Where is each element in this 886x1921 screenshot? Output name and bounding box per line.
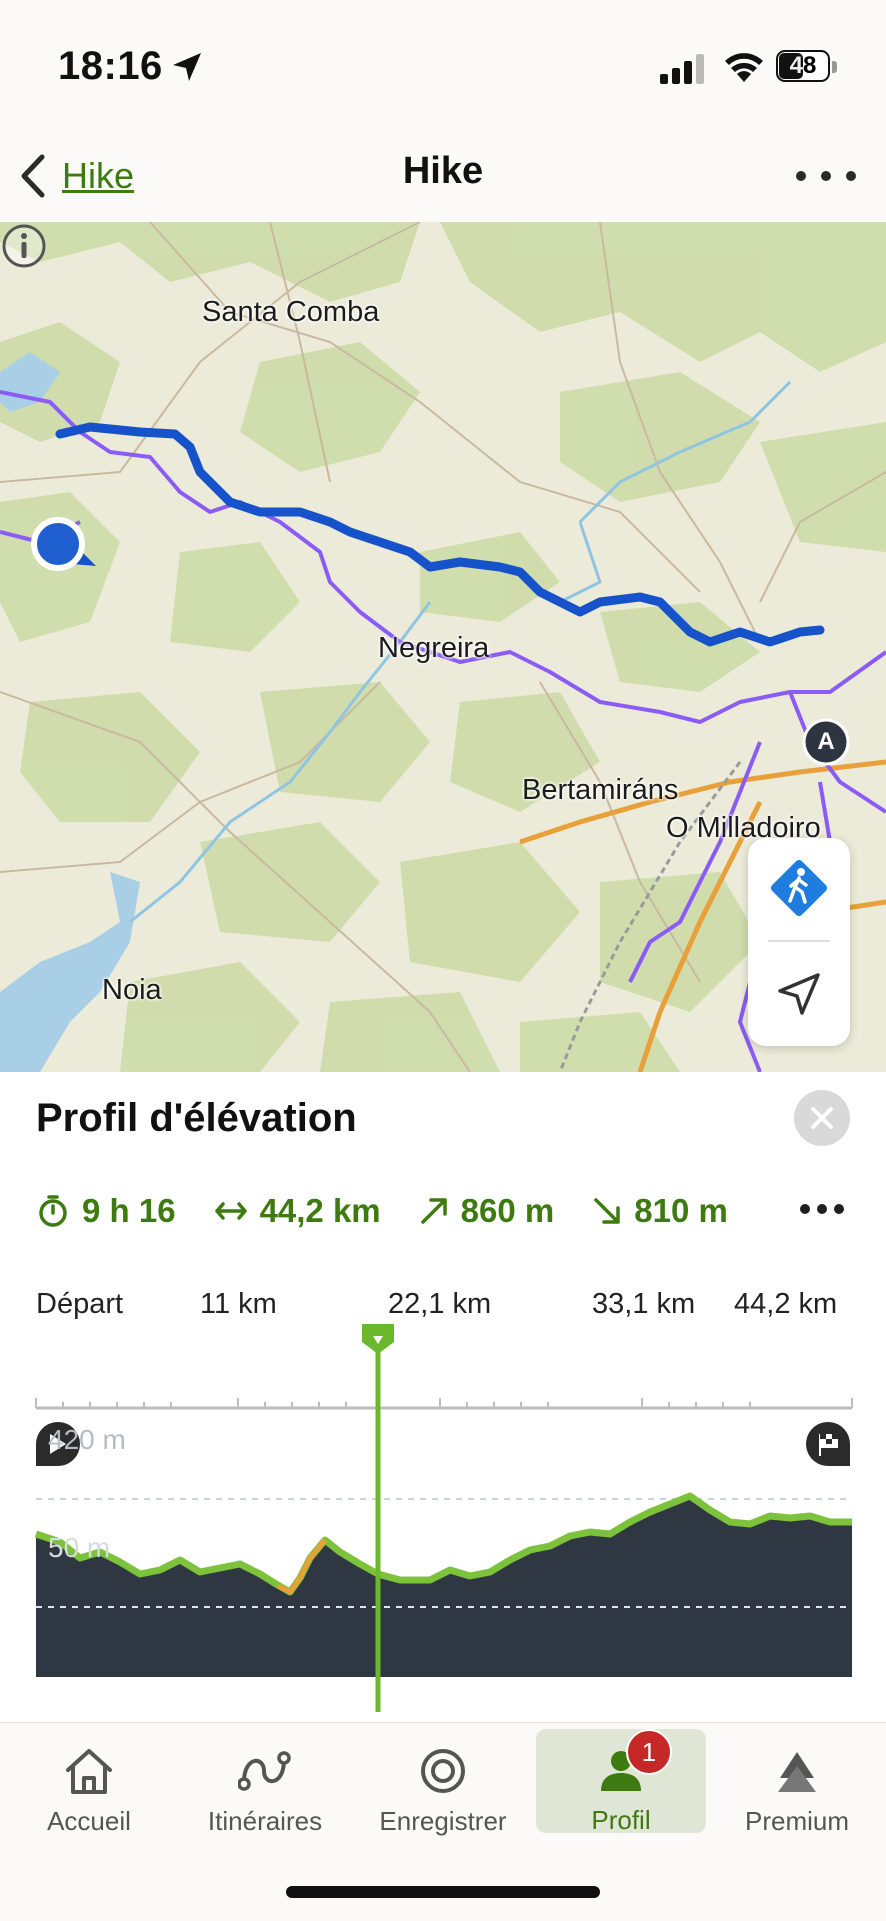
map-label-santa-comba: Santa Comba [202,296,380,328]
elevation-label-high: 420 m [48,1424,126,1455]
close-icon [811,1107,833,1129]
stopwatch-icon [39,1195,67,1227]
notification-badge: 1 [626,1729,672,1775]
tab-label: Accueil [47,1806,131,1836]
stat-descent: 810 m [592,1192,728,1230]
location-arrow-icon [173,53,201,81]
tab-profil[interactable]: 1 Profil [536,1729,706,1835]
locate-me-button[interactable] [748,944,850,1044]
wifi-icon [725,53,763,82]
battery-level: 48 [789,52,817,79]
map-label-noia: Noia [102,974,162,1006]
activity-type-button[interactable] [748,838,850,938]
tab-itineraires[interactable]: Itinéraires [180,1723,350,1837]
map-label-negreira: Negreira [378,632,490,664]
stat-duration: 9 h 16 [36,1192,176,1230]
routes-icon [238,1750,291,1791]
home-indicator[interactable] [286,1886,600,1898]
hiker-icon [770,859,828,917]
distance-value: 44,2 km [259,1192,381,1229]
elevation-panel: Profil d'élévation 9 h 16 44,2 km 860 m [0,1072,886,1722]
status-bar: 18:16 48 [0,0,886,130]
page-title: Hike [402,150,484,192]
home-icon [66,1748,112,1794]
navigation-bar: Hike Hike [0,130,886,223]
route-stats: 9 h 16 44,2 km 860 m 810 m [36,1186,766,1236]
tab-label: Premium [744,1806,849,1836]
navigation-arrow-icon [778,973,820,1015]
ascent-value: 860 m [460,1192,555,1229]
map-label-bertamirans: Bertamiráns [522,774,679,806]
tab-label: Enregistrer [379,1806,507,1836]
tab-accueil[interactable]: Accueil [4,1723,174,1837]
close-button[interactable] [794,1090,850,1146]
more-options-button[interactable] [796,156,856,196]
elevation-label-low: 50 m [48,1532,111,1563]
status-time: 18:16 [58,44,163,88]
descent-arrow-icon [594,1198,620,1224]
elevation-title: Profil d'élévation [36,1096,357,1140]
tab-label: Itinéraires [207,1806,323,1836]
finish-flag-icon [806,1422,850,1466]
stat-ascent: 860 m [419,1192,555,1230]
tab-enregistrer[interactable]: Enregistrer [358,1723,528,1837]
tab-premium[interactable]: Premium [712,1723,882,1837]
duration-value: 9 h 16 [82,1192,176,1229]
stat-distance: 44,2 km [214,1192,381,1230]
info-icon[interactable] [0,222,48,270]
descent-value: 810 m [634,1192,728,1229]
premium-icon [778,1751,816,1792]
elevation-profile-chart[interactable] [0,1252,886,1722]
route-end-marker[interactable]: A [804,720,848,764]
stats-more-button[interactable] [800,1204,844,1216]
map-controls [748,838,850,1046]
ascent-arrow-icon [420,1198,447,1224]
record-icon [421,1748,465,1793]
battery-icon: 48 [776,50,840,84]
cellular-signal-icon [660,54,704,84]
distance-arrows-icon [214,1202,247,1220]
tab-label: Profil [591,1805,651,1835]
